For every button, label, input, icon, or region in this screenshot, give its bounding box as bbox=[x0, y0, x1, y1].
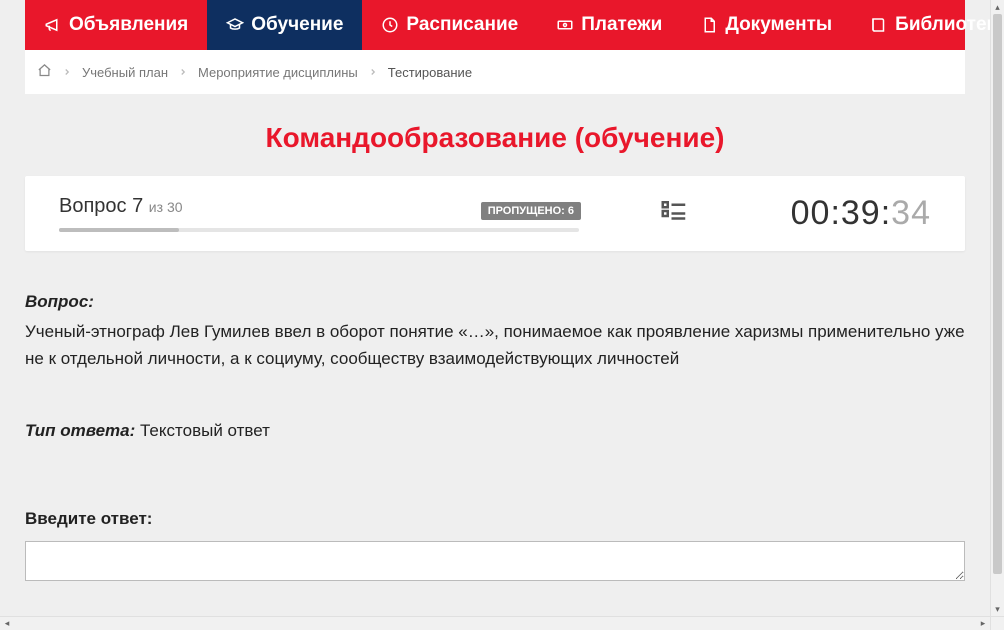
chevron-right-icon bbox=[62, 67, 72, 77]
megaphone-icon bbox=[44, 16, 62, 34]
question-number-value: 7 bbox=[132, 195, 143, 217]
document-icon bbox=[700, 16, 718, 34]
timer-centiseconds: 34 bbox=[891, 194, 931, 232]
breadcrumb-item[interactable]: Учебный план bbox=[82, 65, 168, 80]
nav-label: Платежи bbox=[581, 14, 662, 36]
nav-item-learning[interactable]: Обучение bbox=[207, 0, 362, 50]
question-label: Вопрос: bbox=[25, 292, 94, 311]
question-header-card: Вопрос 7 из 30 ПРОПУЩЕНО: 6 bbox=[25, 176, 965, 251]
nav-item-library[interactable]: Библиотека bbox=[851, 0, 990, 50]
question-total: 30 bbox=[167, 199, 183, 215]
question-body: Вопрос: Ученый-этнограф Лев Гумилев ввел… bbox=[25, 289, 965, 589]
nav-item-payments[interactable]: Платежи bbox=[537, 0, 681, 50]
progress-bar bbox=[59, 228, 579, 232]
scroll-up-icon[interactable]: ▴ bbox=[991, 0, 1004, 14]
scroll-left-icon[interactable]: ◂ bbox=[0, 617, 14, 630]
timer: 00:39:34 bbox=[791, 194, 931, 233]
clock-icon bbox=[381, 16, 399, 34]
question-text: Ученый-этнограф Лев Гумилев ввел в оборо… bbox=[25, 319, 965, 372]
chevron-right-icon bbox=[368, 67, 378, 77]
skipped-badge: ПРОПУЩЕНО: 6 bbox=[481, 202, 581, 220]
nav-label: Обучение bbox=[251, 14, 343, 36]
vertical-scrollbar[interactable]: ▴ ▾ bbox=[990, 0, 1004, 616]
nav-label: Расписание bbox=[406, 14, 518, 36]
timer-seconds: 39 bbox=[841, 194, 881, 232]
question-list-icon[interactable] bbox=[659, 196, 689, 231]
nav-label: Объявления bbox=[69, 14, 188, 36]
book-icon bbox=[870, 16, 888, 34]
scroll-right-icon[interactable]: ▸ bbox=[976, 617, 990, 630]
top-nav: Объявления Обучение Расписание Платежи bbox=[25, 0, 965, 50]
horizontal-scrollbar[interactable]: ◂ ▸ bbox=[0, 616, 990, 630]
breadcrumb-item-current: Тестирование bbox=[388, 65, 472, 80]
timer-minutes: 00 bbox=[791, 194, 831, 232]
scroll-thumb[interactable] bbox=[993, 14, 1002, 574]
page-title: Командообразование (обучение) bbox=[25, 94, 965, 176]
answer-type-value: Текстовый ответ bbox=[140, 421, 270, 440]
nav-item-announcements[interactable]: Объявления bbox=[25, 0, 207, 50]
nav-label: Библиотека bbox=[895, 14, 990, 36]
answer-input[interactable] bbox=[25, 541, 965, 581]
scroll-down-icon[interactable]: ▾ bbox=[991, 602, 1004, 616]
answer-type-label: Тип ответа: bbox=[25, 421, 135, 440]
home-icon[interactable] bbox=[37, 63, 52, 81]
graduation-cap-icon bbox=[226, 16, 244, 34]
breadcrumb-item[interactable]: Мероприятие дисциплины bbox=[198, 65, 358, 80]
scrollbar-corner bbox=[990, 616, 1004, 630]
progress-fill bbox=[59, 228, 179, 232]
breadcrumb: Учебный план Мероприятие дисциплины Тест… bbox=[25, 50, 965, 94]
nav-label: Документы bbox=[725, 14, 832, 36]
banknote-icon bbox=[556, 16, 574, 34]
chevron-right-icon bbox=[178, 67, 188, 77]
nav-item-schedule[interactable]: Расписание bbox=[362, 0, 537, 50]
enter-answer-label: Введите ответ: bbox=[25, 506, 965, 532]
question-word: Вопрос bbox=[59, 195, 127, 217]
nav-item-documents[interactable]: Документы bbox=[681, 0, 851, 50]
question-of-word: из bbox=[149, 199, 163, 215]
